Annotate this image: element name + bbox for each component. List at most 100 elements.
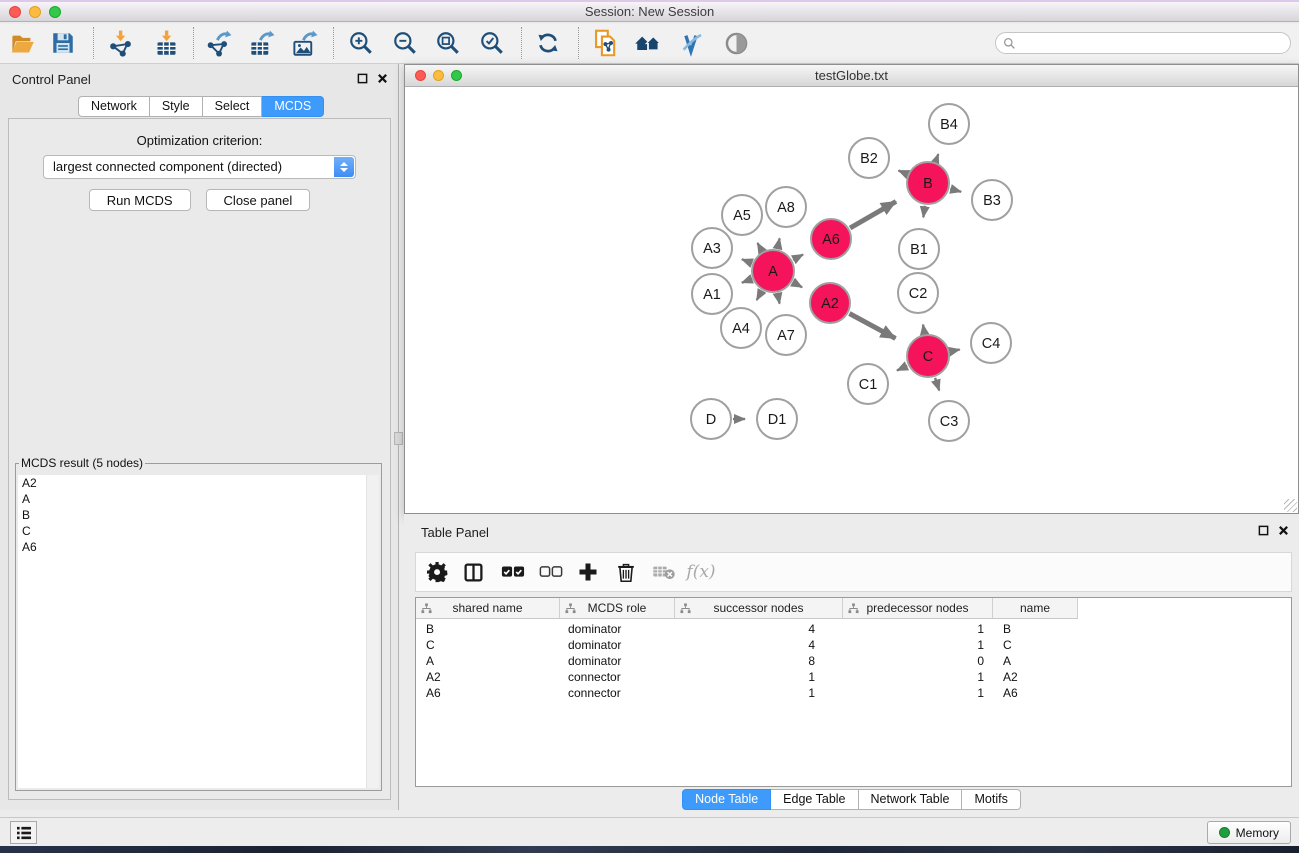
- column-header[interactable]: shared name: [416, 598, 560, 618]
- function-builder-button[interactable]: f(x): [684, 555, 718, 589]
- graph-edge[interactable]: [793, 255, 803, 260]
- eye-button[interactable]: [717, 25, 755, 61]
- network-graph[interactable]: AA1A2A3A4A5A6A7A8BB1B2B3B4CC1C2C3C4DD1: [405, 88, 1298, 514]
- node-table[interactable]: shared nameMCDS rolesuccessor nodesprede…: [415, 597, 1292, 787]
- export-table-button[interactable]: [242, 25, 280, 61]
- table-cell: 8: [675, 653, 843, 669]
- run-mcds-button[interactable]: Run MCDS: [89, 189, 191, 211]
- unselect-all-button[interactable]: [534, 555, 568, 589]
- table-cell: 1: [843, 685, 993, 701]
- search-box: [995, 32, 1291, 54]
- graph-edge[interactable]: [758, 243, 762, 251]
- column-header[interactable]: successor nodes: [675, 598, 843, 618]
- table-cell: 0: [843, 653, 993, 669]
- delete-row-button[interactable]: [609, 555, 643, 589]
- close-table-panel-icon[interactable]: [1278, 525, 1289, 536]
- graph-edge[interactable]: [897, 366, 907, 371]
- tab-mcds[interactable]: MCDS: [262, 96, 324, 117]
- zoom-in-button[interactable]: [342, 25, 380, 61]
- graph-edge[interactable]: [742, 259, 752, 263]
- vertical-splitter-grip[interactable]: [394, 432, 403, 445]
- table-row[interactable]: Bdominator41B: [416, 621, 1291, 637]
- criterion-select[interactable]: largest connected component (directed): [43, 155, 356, 179]
- save-session-button[interactable]: [44, 25, 82, 61]
- clone-network-button[interactable]: [587, 25, 625, 61]
- network-canvas[interactable]: AA1A2A3A4A5A6A7A8BB1B2B3B4CC1C2C3C4DD1: [405, 88, 1298, 513]
- graph-edge[interactable]: [793, 282, 802, 287]
- graph-edge[interactable]: [850, 202, 896, 229]
- task-history-button[interactable]: [10, 821, 37, 844]
- zoom-fit-button[interactable]: [429, 25, 467, 61]
- graph-edge[interactable]: [778, 294, 780, 304]
- graph-edge[interactable]: [951, 350, 960, 352]
- app-titlebar: Session: New Session: [0, 0, 1299, 22]
- close-panel-icon[interactable]: [377, 73, 388, 84]
- column-header[interactable]: predecessor nodes: [843, 598, 993, 618]
- refresh-view-button[interactable]: [529, 25, 567, 61]
- table-cell: connector: [560, 685, 675, 701]
- add-row-button[interactable]: [571, 555, 605, 589]
- import-table-icon: [153, 30, 180, 57]
- network-zoom-button[interactable]: [451, 70, 462, 81]
- tab-network-table[interactable]: Network Table: [859, 789, 963, 810]
- graph-edge[interactable]: [923, 325, 924, 334]
- table-cell: C: [993, 637, 1078, 653]
- graph-edge[interactable]: [935, 378, 939, 391]
- graph-edge[interactable]: [778, 238, 780, 248]
- zoom-out-button[interactable]: [386, 25, 424, 61]
- table-row[interactable]: A2connector11A2: [416, 669, 1291, 685]
- table-row[interactable]: Cdominator41C: [416, 637, 1291, 653]
- network-minimize-button[interactable]: [433, 70, 444, 81]
- column-header[interactable]: name: [993, 598, 1078, 618]
- graph-edge[interactable]: [742, 279, 752, 283]
- minimize-window-button[interactable]: [29, 6, 41, 18]
- graph-edge[interactable]: [950, 189, 961, 192]
- table-cell: A2: [993, 669, 1078, 685]
- graph-edge[interactable]: [899, 171, 907, 175]
- mcds-result-item[interactable]: C: [18, 523, 379, 539]
- show-column-button[interactable]: [456, 555, 490, 589]
- mcds-result-item[interactable]: A: [18, 491, 379, 507]
- home-button[interactable]: [629, 25, 667, 61]
- tab-node-table[interactable]: Node Table: [682, 789, 771, 810]
- tab-edge-table[interactable]: Edge Table: [771, 789, 858, 810]
- column-header[interactable]: MCDS role: [560, 598, 675, 618]
- tab-network[interactable]: Network: [78, 96, 150, 117]
- export-network-button[interactable]: [199, 25, 237, 61]
- table-cell: A: [993, 653, 1078, 669]
- delete-table-button[interactable]: [647, 555, 681, 589]
- tab-select[interactable]: Select: [203, 96, 263, 117]
- export-image-button[interactable]: [285, 25, 323, 61]
- column-type-icon: [848, 603, 859, 614]
- import-network-button[interactable]: [101, 25, 139, 61]
- mcds-result-item[interactable]: B: [18, 507, 379, 523]
- hide-toggle-button[interactable]: [672, 25, 710, 61]
- close-panel-button[interactable]: Close panel: [206, 189, 311, 211]
- table-row[interactable]: Adominator80A: [416, 653, 1291, 669]
- table-row[interactable]: A6connector11A6: [416, 685, 1291, 701]
- close-window-button[interactable]: [9, 6, 21, 18]
- mcds-result-item[interactable]: A2: [18, 475, 379, 491]
- window-resize-grip[interactable]: [1284, 499, 1297, 512]
- tab-style[interactable]: Style: [150, 96, 203, 117]
- float-table-panel-icon[interactable]: [1258, 525, 1269, 536]
- zoom-window-button[interactable]: [49, 6, 61, 18]
- select-all-button[interactable]: [496, 555, 530, 589]
- graph-edge[interactable]: [936, 154, 939, 161]
- float-panel-icon[interactable]: [357, 73, 368, 84]
- open-session-button[interactable]: [3, 25, 41, 61]
- graph-edge[interactable]: [923, 206, 925, 218]
- zoom-selected-button[interactable]: [473, 25, 511, 61]
- import-table-button[interactable]: [147, 25, 185, 61]
- network-close-button[interactable]: [415, 70, 426, 81]
- graph-node-label: A7: [777, 328, 795, 344]
- plus-icon: [578, 562, 598, 582]
- mcds-list-scrollbar[interactable]: [366, 475, 379, 788]
- graph-edge[interactable]: [849, 314, 895, 339]
- tab-motifs[interactable]: Motifs: [962, 789, 1020, 810]
- memory-button[interactable]: Memory: [1207, 821, 1291, 844]
- mcds-result-item[interactable]: A6: [18, 539, 379, 555]
- search-input[interactable]: [1016, 34, 1290, 52]
- table-options-button[interactable]: [420, 555, 454, 589]
- graph-edge[interactable]: [757, 291, 762, 300]
